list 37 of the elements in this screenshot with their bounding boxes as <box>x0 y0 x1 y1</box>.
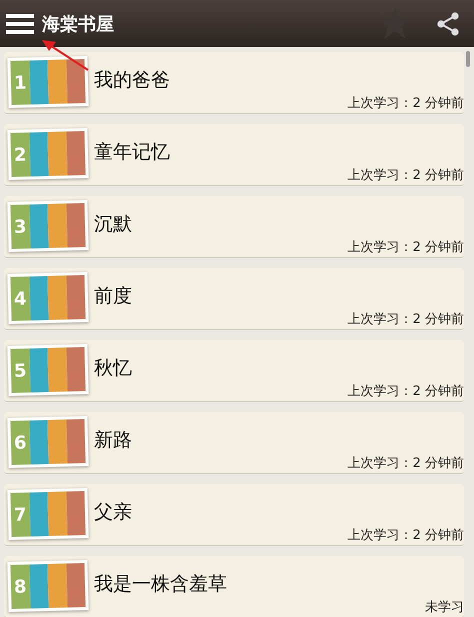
lesson-card[interactable]: 7 父亲 上次学习：2 分钟前 <box>4 484 464 546</box>
lesson-title: 我的爸爸 <box>94 68 170 93</box>
scrollbar <box>466 51 470 67</box>
lesson-title: 父亲 <box>94 500 132 525</box>
annotation-arrow <box>40 38 90 72</box>
lesson-title: 前度 <box>94 284 132 309</box>
lesson-number: 8 <box>14 576 27 598</box>
lesson-title: 我是一株含羞草 <box>94 572 227 597</box>
last-studied-time: 未学习 <box>425 599 464 616</box>
lesson-number: 4 <box>14 288 27 310</box>
last-studied-time: 上次学习：2 分钟前 <box>348 455 464 472</box>
last-studied-time: 上次学习：2 分钟前 <box>348 239 464 256</box>
lesson-card[interactable]: 4 前度 上次学习：2 分钟前 <box>4 268 464 330</box>
app-title: 海棠书屋 <box>42 12 114 36</box>
lesson-number: 5 <box>14 360 27 382</box>
lesson-number: 2 <box>14 144 27 166</box>
lesson-card[interactable]: 8 我是一株含羞草 未学习 <box>4 556 464 617</box>
last-studied-time: 上次学习：2 分钟前 <box>348 311 464 328</box>
lesson-number: 1 <box>14 72 27 94</box>
lesson-card[interactable]: 2 童年记忆 上次学习：2 分钟前 <box>4 124 464 186</box>
last-studied-time: 上次学习：2 分钟前 <box>348 167 464 184</box>
last-studied-time: 上次学习：2 分钟前 <box>348 383 464 400</box>
menu-icon[interactable] <box>6 14 34 34</box>
lesson-card[interactable]: 6 新路 上次学习：2 分钟前 <box>4 412 464 474</box>
lesson-card[interactable]: 1 我的爸爸 上次学习：2 分钟前 <box>4 52 464 114</box>
last-studied-time: 上次学习：2 分钟前 <box>348 527 464 544</box>
lesson-title: 沉默 <box>94 212 132 237</box>
lesson-number: 6 <box>14 432 27 454</box>
lesson-number: 7 <box>14 504 27 526</box>
lesson-card[interactable]: 3 沉默 上次学习：2 分钟前 <box>4 196 464 258</box>
lesson-title: 童年记忆 <box>94 140 170 165</box>
lesson-card[interactable]: 5 秋忆 上次学习：2 分钟前 <box>4 340 464 402</box>
lesson-title: 秋忆 <box>94 356 132 381</box>
lesson-title: 新路 <box>94 428 132 453</box>
lesson-number: 3 <box>14 216 27 238</box>
last-studied-time: 上次学习：2 分钟前 <box>348 95 464 112</box>
share-icon[interactable] <box>436 12 460 36</box>
